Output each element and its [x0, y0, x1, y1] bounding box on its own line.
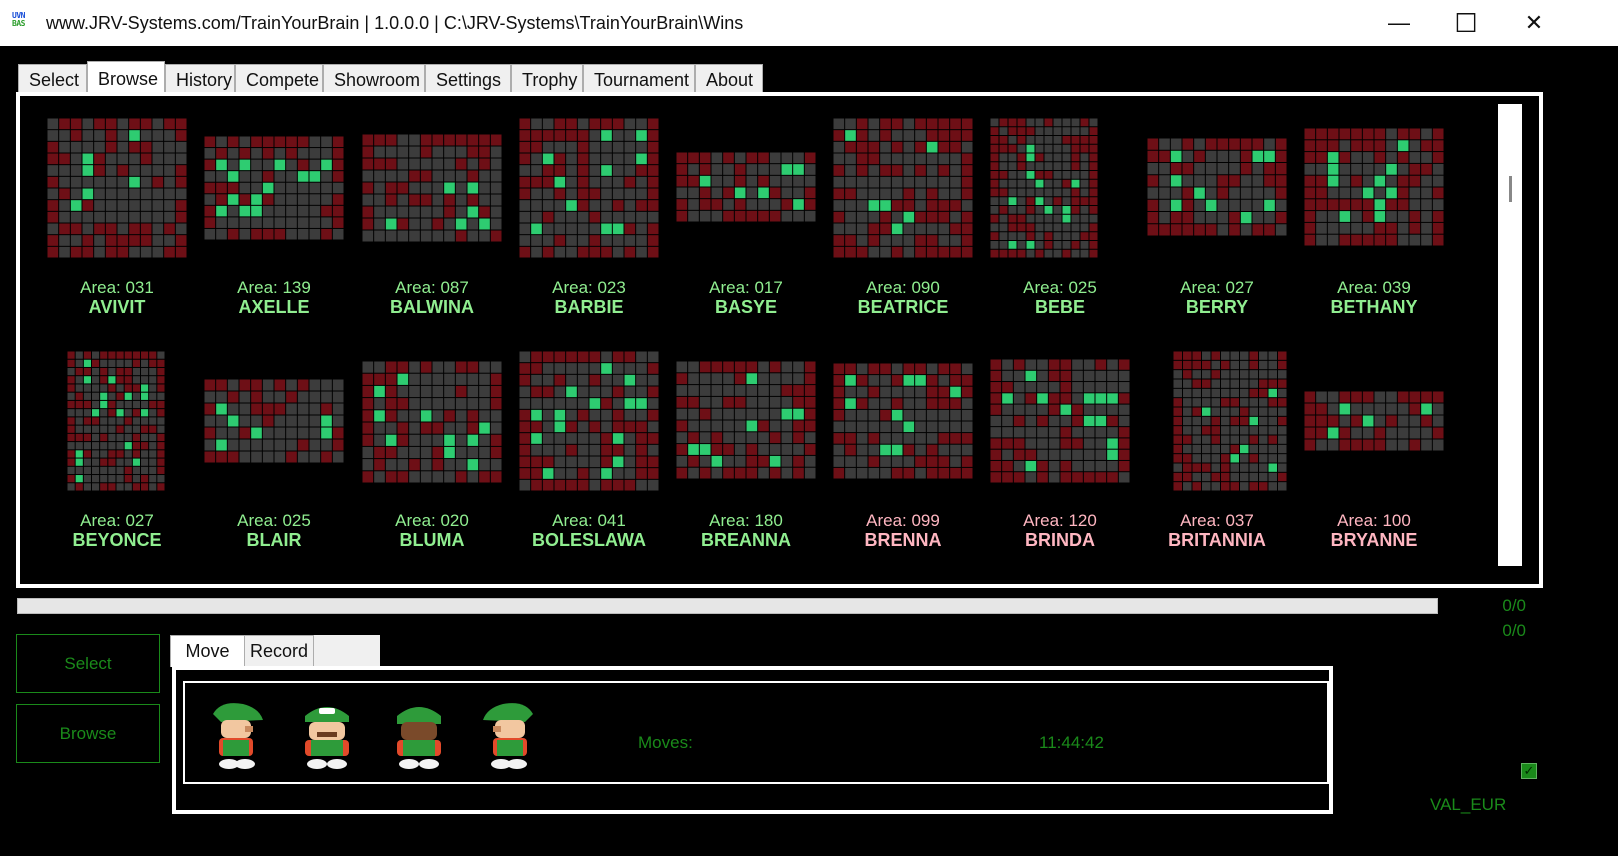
level-name: BRYANNE [1330, 530, 1418, 550]
level-thumbnail [676, 152, 816, 222]
title-bar: UVN BAS www.JRV-Systems.com/TrainYourBra… [0, 0, 1618, 46]
level-area: Area: 023 [552, 278, 626, 297]
level-area: Area: 039 [1337, 278, 1411, 297]
level-name: BLUMA [399, 530, 465, 550]
level-area: Area: 020 [395, 511, 469, 530]
progress-bar [17, 598, 1438, 614]
option-checkbox[interactable]: ✓ [1521, 763, 1537, 779]
level-name: BRINDA [1025, 530, 1095, 550]
val-label: VAL_EUR [1430, 795, 1507, 814]
tab-browse[interactable]: Browse [87, 61, 165, 94]
level-area: Area: 025 [237, 511, 311, 530]
level-name: BEBE [1034, 297, 1085, 317]
scrollbar-thumb[interactable] [1509, 176, 1512, 202]
level-thumbnail [833, 118, 973, 258]
level-name: BLAIR [246, 530, 302, 550]
level-area: Area: 099 [866, 511, 940, 530]
level-thumbnail [1147, 138, 1287, 236]
player-back-icon [397, 707, 441, 769]
level-name: BREANNA [701, 530, 791, 550]
level-thumbnail [204, 136, 344, 240]
player-right-icon [483, 703, 533, 769]
level-name: BASYE [714, 297, 777, 317]
level-thumbnail [519, 118, 659, 258]
level-thumbnail [1173, 351, 1287, 491]
player-front-icon [305, 707, 349, 769]
level-area: Area: 027 [1180, 278, 1254, 297]
level-area: Area: 120 [1023, 511, 1097, 530]
level-name: BERRY [1185, 297, 1249, 317]
level-area: Area: 037 [1180, 511, 1254, 530]
level-area: Area: 041 [552, 511, 626, 530]
sub-tab-bar: Move Record [170, 635, 380, 667]
counter-primary: 0/0 [1502, 596, 1526, 615]
app-logo-icon: UVN BAS [12, 11, 25, 28]
level-thumbnail [990, 359, 1130, 483]
level-thumbnail [362, 361, 502, 483]
level-name: BARBIE [554, 297, 624, 317]
counter-secondary: 0/0 [1502, 621, 1526, 640]
maximize-icon[interactable]: ☐ [1431, 0, 1501, 46]
clock-display: 11:44:42 [1039, 733, 1104, 752]
window-title: www.JRV-Systems.com/TrainYourBrain | 1.0… [46, 13, 744, 33]
level-name: BEYONCE [72, 530, 162, 550]
level-thumbnail [362, 134, 502, 242]
minimize-icon[interactable]: — [1364, 0, 1434, 46]
level-thumbnail [47, 118, 187, 258]
level-area: Area: 180 [709, 511, 783, 530]
close-icon[interactable]: ✕ [1499, 0, 1569, 46]
browse-button[interactable]: Browse [16, 704, 160, 763]
tab-move[interactable]: Move [170, 635, 245, 667]
moves-label: Moves: [638, 733, 693, 752]
level-thumbnail [204, 379, 344, 463]
level-area: Area: 087 [395, 278, 469, 297]
level-area: Area: 090 [866, 278, 940, 297]
level-thumbnail [519, 351, 659, 491]
level-area: Area: 027 [80, 511, 154, 530]
level-thumbnail [833, 363, 973, 479]
select-button[interactable]: Select [16, 634, 160, 693]
level-thumbnail [990, 118, 1098, 258]
level-name: BRENNA [864, 530, 942, 550]
level-thumbnail [67, 351, 165, 491]
level-area: Area: 139 [237, 278, 311, 297]
level-thumbnail [1304, 128, 1444, 246]
level-name: BALWINA [390, 297, 474, 317]
level-name: BRITANNIA [1168, 530, 1266, 550]
level-name: BETHANY [1330, 297, 1418, 317]
level-name: BEATRICE [857, 297, 949, 317]
vertical-scrollbar[interactable] [1498, 104, 1522, 566]
tab-record[interactable]: Record [244, 635, 314, 667]
level-area: Area: 017 [709, 278, 783, 297]
level-thumbnail [1304, 391, 1444, 451]
level-thumbnail [676, 361, 816, 479]
level-area: Area: 025 [1023, 278, 1097, 297]
level-name: BOLESLAWA [531, 530, 646, 550]
player-left-icon [213, 703, 263, 769]
level-name: AXELLE [238, 297, 310, 317]
level-name: AVIVIT [88, 297, 146, 317]
level-area: Area: 031 [80, 278, 154, 297]
level-area: Area: 100 [1337, 511, 1411, 530]
